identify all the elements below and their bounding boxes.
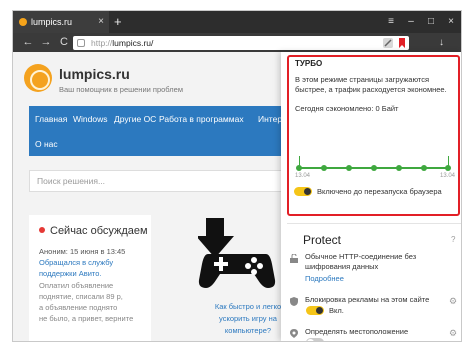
close-window-button[interactable]: × [443, 11, 459, 33]
graph-point [321, 165, 327, 171]
turbo-toggle[interactable] [294, 187, 312, 196]
url-scheme: http:// [91, 38, 113, 48]
bookmark-icon[interactable] [397, 38, 407, 48]
graph-point [296, 165, 302, 171]
comment-author: Аноним: 15 июня в 13:45 [39, 247, 126, 256]
menu-item-about[interactable]: О нас [35, 139, 58, 149]
url-host: lumpics.ru/ [112, 38, 154, 48]
comment-text: не было, а привет, верните [39, 314, 134, 323]
graph-date: 13.04 [440, 173, 456, 179]
article-link-line: компьютере? [224, 326, 272, 335]
new-tab-button[interactable]: + [114, 11, 122, 33]
shield-icon [290, 297, 298, 306]
graph-point [396, 165, 402, 171]
menu-item-home[interactable]: Главная [35, 114, 67, 124]
favicon-icon [19, 18, 27, 26]
gear-icon[interactable]: ⚙ [449, 296, 457, 307]
menu-item-programs[interactable]: Работа в программах [159, 114, 244, 124]
tab-strip: lumpics.ru × + ≡ – □ × [13, 11, 461, 33]
adblock-state: Вкл. [329, 306, 344, 315]
article-link-line: Как быстро и легко [214, 302, 282, 311]
tab-lumpics[interactable]: lumpics.ru × [13, 11, 109, 33]
location-icon [290, 329, 298, 338]
gamepad-download-icon[interactable] [198, 218, 278, 288]
forward-button[interactable]: → [39, 33, 53, 52]
site-logo[interactable] [24, 64, 52, 92]
graph-point [346, 165, 352, 171]
menu-icon[interactable]: ≡ [383, 11, 399, 33]
saved-traffic-text: Сегодня сэкономлено: 0 Байт [295, 104, 399, 113]
tab-title: lumpics.ru [31, 17, 73, 27]
minimize-button[interactable]: – [403, 11, 419, 33]
comment-text: Оплатил объявление [39, 281, 114, 290]
http-warning: шифрования данных [305, 262, 379, 271]
discussion-widget: Сейчас обсуждаем Аноним: 15 июня в 13:45… [29, 215, 151, 341]
turbo-title: ТУРБО [295, 59, 323, 68]
divider [287, 223, 461, 224]
site-menu: Главная Windows Другие ОС Работа в прогр… [29, 106, 295, 156]
article-link-line: ускорить игру на [219, 314, 277, 323]
url-text: http://lumpics.ru/ [91, 36, 153, 50]
details-link[interactable]: Подробнее [305, 274, 344, 283]
turbo-toggle-label: Включено до перезапуска браузера [317, 187, 442, 196]
discussion-title: Сейчас обсуждаем [39, 225, 148, 237]
help-icon[interactable]: ? [451, 235, 455, 244]
graph-point [421, 165, 427, 171]
address-input[interactable]: http://lumpics.ru/ [73, 36, 409, 50]
turbo-description: В этом режиме страницы загружаются [295, 75, 430, 84]
protect-title: Protect [303, 233, 342, 247]
article-link[interactable]: Как быстро и легко ускорить игру на комп… [203, 301, 293, 337]
comment-link[interactable]: Обращался в службу [39, 258, 113, 267]
gear-icon[interactable]: ⚙ [449, 328, 457, 339]
reload-button[interactable]: C [57, 33, 71, 52]
search-placeholder: Поиск решения... [37, 176, 106, 186]
turbo-icon[interactable] [383, 38, 393, 48]
menu-item-windows[interactable]: Windows [73, 114, 107, 124]
adblock-toggle[interactable] [306, 306, 324, 315]
site-name[interactable]: lumpics.ru [59, 66, 130, 82]
adblock-label: Блокировка рекламы на этом сайте [305, 295, 430, 304]
site-tagline: Ваш помощник в решении проблем [59, 85, 183, 94]
back-button[interactable]: ← [21, 33, 35, 52]
graph-point [371, 165, 377, 171]
http-warning: Обычное HTTP-соединение без [305, 252, 417, 261]
turbo-description: быстрее, а трафик расходуется экономнее. [295, 85, 447, 94]
unlocked-icon [290, 254, 298, 263]
comment-link[interactable]: поддержки Авито. [39, 269, 102, 278]
comment-text: поднятие, списали 89 р, [39, 292, 123, 301]
tab-close-icon[interactable]: × [98, 11, 104, 33]
address-bar-row: ← → C http://lumpics.ru/ ↓ [13, 33, 461, 52]
location-toggle[interactable] [306, 338, 324, 341]
browser-window: lumpics.ru × + ≡ – □ × ← → C http://lump… [13, 11, 461, 341]
location-label: Определять местоположение [305, 327, 409, 336]
menu-item-other-os[interactable]: Другие ОС [114, 114, 156, 124]
graph-point [445, 165, 451, 171]
download-icon[interactable]: ↓ [439, 33, 444, 52]
page-info-icon[interactable] [77, 39, 85, 47]
site-search-input[interactable]: Поиск решения... [29, 170, 291, 192]
graph-date: 13.04 [295, 173, 311, 179]
maximize-button[interactable]: □ [423, 11, 439, 33]
comment-text: а объявление поднято [39, 303, 118, 312]
